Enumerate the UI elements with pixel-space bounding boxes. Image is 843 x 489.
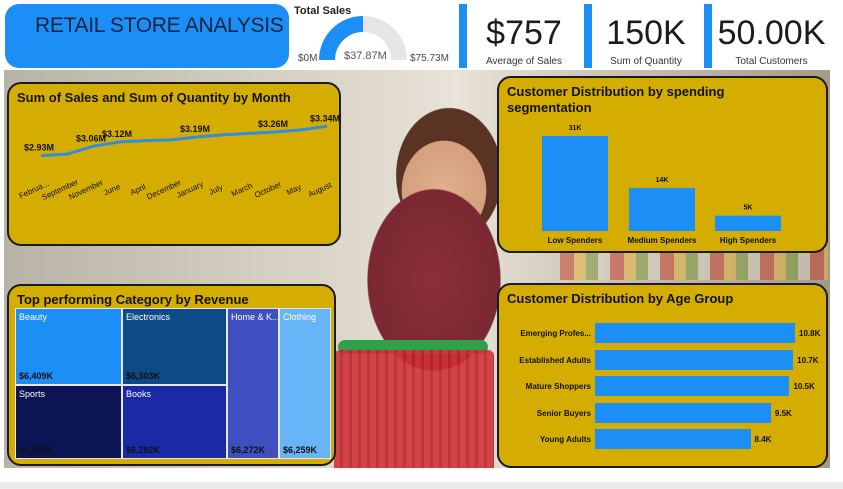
treemap-label: Books [126, 389, 152, 399]
kpi-total-customers-value[interactable]: 50.00K [714, 14, 829, 53]
x-tick-label: June [102, 182, 122, 198]
age-group-label: Established Adults [519, 355, 591, 365]
age-group-value: 9.5K [774, 408, 792, 418]
treemap-value: $6,303K [126, 371, 161, 381]
data-label: $3.12M [102, 129, 132, 139]
age-group-bar[interactable] [595, 429, 751, 449]
treemap-tile-home-kitchen[interactable]: Home & K... $6,272K [227, 308, 280, 459]
sales-line-chart[interactable]: $2.93M$3.06M$3.12M $3.19M $3.26M$3.34MFebr… [9, 104, 339, 244]
bottom-strip [0, 482, 843, 489]
data-label: $3.26M [258, 119, 288, 129]
spending-segmentation-title-line2: segmentation [507, 100, 592, 115]
age-group-bar[interactable] [595, 376, 790, 396]
age-group-label: Mature Shoppers [525, 382, 591, 391]
spending-segmentation-title-line1: Customer Distribution by spending [507, 84, 725, 99]
age-group-value: 10.5K [793, 382, 815, 391]
x-tick-label: March [230, 181, 254, 199]
treemap-tile-beauty[interactable]: Beauty $6,409K [15, 308, 122, 385]
bar-category-label: Low Spenders [548, 236, 603, 245]
treemap-tile-electronics[interactable]: Electronics $6,303K [122, 308, 227, 385]
x-tick-label: July [208, 183, 225, 197]
age-group-value: 10.8K [799, 329, 821, 338]
data-label: $3.19M [180, 124, 210, 134]
data-label: $3.34M [310, 113, 339, 123]
bar-category-label: High Spenders [720, 236, 777, 245]
gauge-max-label: $75.73M [410, 53, 449, 64]
treemap-tile-sports[interactable]: Sports $6,343K [15, 385, 122, 459]
age-group-bar[interactable] [595, 349, 794, 370]
gauge-value-label: $37.87M [344, 50, 387, 62]
category-revenue-panel[interactable]: Top performing Category by Revenue Beaut… [7, 284, 336, 466]
x-tick-label: October [253, 180, 283, 200]
page-title: RETAIL STORE ANALYSIS [35, 14, 284, 37]
treemap-label: Home & K... [231, 312, 280, 322]
x-tick-label: May [285, 182, 303, 197]
bar-value-label: 14K [656, 177, 669, 184]
kpi-sum-quantity-label: Sum of Quantity [610, 56, 682, 67]
bar-category-label: Medium Spenders [628, 236, 697, 245]
sales-by-month-panel[interactable]: Sum of Sales and Sum of Quantity by Mont… [7, 82, 341, 246]
category-revenue-title: Top performing Category by Revenue [17, 292, 249, 307]
age-group-bar[interactable] [595, 323, 795, 343]
kpi-accent-bar [459, 4, 467, 68]
title-banner: RETAIL STORE ANALYSIS [5, 4, 289, 68]
bar-value-label: 5K [744, 205, 753, 212]
bar-value-label: 31K [569, 125, 582, 132]
treemap-label: Clothing [283, 312, 317, 322]
age-group-label: Young Adults [539, 435, 591, 444]
age-group-label: Emerging Profes... [520, 329, 591, 338]
background-basket [334, 350, 494, 468]
data-label: $2.93M [24, 143, 54, 153]
spending-segmentation-panel[interactable]: Customer Distribution by spending segmen… [497, 76, 828, 253]
age-group-label: Senior Buyers [536, 408, 591, 418]
kpi-sum-quantity-value[interactable]: 150K [594, 14, 698, 53]
kpi-average-sales-value[interactable]: $757 [470, 14, 578, 53]
x-tick-label: August [307, 180, 334, 199]
age-group-panel[interactable]: Customer Distribution by Age Group Emerg… [497, 283, 828, 468]
treemap-value: $6,272K [231, 445, 266, 455]
kpi-accent-bar [584, 4, 592, 68]
treemap-value: $6,343K [19, 445, 54, 455]
treemap-tile-books[interactable]: Books $6,282K [122, 385, 227, 459]
treemap-label: Electronics [126, 312, 171, 322]
age-group-value: 8.4K [754, 435, 772, 444]
treemap-value: $6,409K [19, 371, 54, 381]
age-group-bar[interactable] [595, 402, 771, 423]
kpi-average-sales-label: Average of Sales [486, 56, 562, 67]
age-group-value: 10.7K [797, 355, 819, 365]
spending-bar[interactable] [715, 215, 781, 231]
treemap-label: Sports [19, 389, 46, 399]
gauge-min-label: $0M [298, 53, 318, 64]
kpi-total-customers-label: Total Customers [735, 56, 808, 67]
treemap-label: Beauty [19, 312, 48, 322]
x-tick-label: April [129, 182, 148, 197]
spending-bar[interactable] [542, 136, 608, 231]
spending-bar-chart[interactable]: 31K Low Spenders 14K Medium Spenders 5K High … [499, 120, 826, 250]
kpi-accent-bar [704, 4, 712, 68]
treemap-value: $6,259K [283, 445, 318, 455]
spending-bar[interactable] [629, 188, 695, 231]
treemap-tile-clothing[interactable]: Clothing $6,259K [279, 308, 331, 459]
treemap-value: $6,282K [126, 445, 161, 455]
age-bar-chart[interactable]: Emerging Profes... 10.8K Established Adult… [499, 285, 826, 466]
